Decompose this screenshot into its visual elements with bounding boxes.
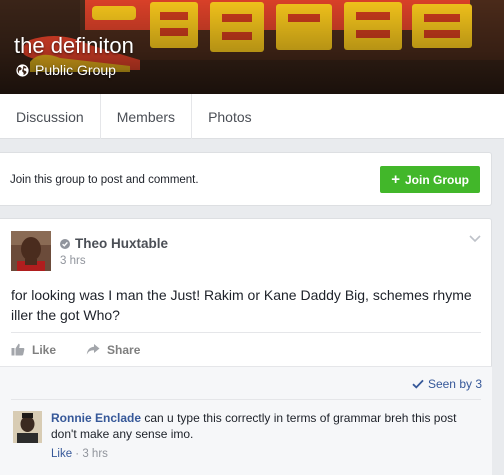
join-group-card: Join this group to post and comment. + J… (0, 152, 492, 206)
comment-body: Ronnie Enclade can u type this correctly… (51, 410, 481, 442)
tab-members[interactable]: Members (101, 94, 193, 139)
post-author: Theo Huxtable (60, 236, 168, 251)
share-label: Share (107, 342, 141, 357)
comment-author-avatar[interactable] (13, 411, 42, 443)
group-tabs: Discussion Members Photos (0, 94, 504, 139)
like-label: Like (32, 342, 57, 357)
globe-icon (16, 63, 29, 77)
post-card: Theo Huxtable 3 hrs for looking was I ma… (0, 218, 492, 475)
like-button[interactable]: Like (11, 343, 56, 357)
join-prompt: Join this group to post and comment. (10, 174, 199, 186)
comment-like-link[interactable]: Like (51, 448, 72, 460)
thumbs-up-icon (11, 343, 25, 356)
seen-by-label: Seen by 3 (427, 377, 482, 391)
comment-author-name[interactable]: Ronnie Enclade (51, 411, 141, 425)
tab-photos[interactable]: Photos (192, 94, 268, 139)
plus-icon: + (391, 171, 400, 188)
seen-by[interactable]: Seen by 3 (412, 377, 482, 391)
join-group-button[interactable]: + Join Group (380, 166, 480, 193)
post-author-avatar[interactable] (11, 231, 51, 271)
comment-meta: Like · 3 hrs (51, 448, 108, 460)
group-privacy-label: Public Group (35, 62, 116, 78)
post-text: for looking was I man the Just! Rakim or… (11, 287, 472, 323)
checkmark-icon (412, 379, 424, 389)
share-arrow-icon (86, 344, 100, 355)
join-group-button-label: Join Group (405, 172, 469, 187)
post-actions: Like Share (11, 332, 481, 366)
comment-avatar-image (13, 411, 42, 443)
comments-section: Seen by 3 Ronnie Enclade can u type this… (0, 366, 492, 475)
avatar-image (11, 231, 51, 271)
chevron-down-icon[interactable] (469, 235, 481, 243)
admin-badge-icon (60, 238, 70, 249)
tab-discussion[interactable]: Discussion (0, 94, 101, 139)
divider (11, 399, 481, 400)
group-privacy: Public Group (16, 62, 116, 78)
group-title[interactable]: the definiton (14, 33, 134, 59)
share-button[interactable]: Share (86, 343, 140, 357)
post-timestamp[interactable]: 3 hrs (60, 255, 86, 267)
comment-timestamp[interactable]: 3 hrs (82, 448, 108, 460)
comment-meta-separator: · (72, 448, 83, 460)
post-author-name[interactable]: Theo Huxtable (75, 236, 168, 251)
group-cover-photo[interactable]: the definiton Public Group (0, 0, 504, 94)
